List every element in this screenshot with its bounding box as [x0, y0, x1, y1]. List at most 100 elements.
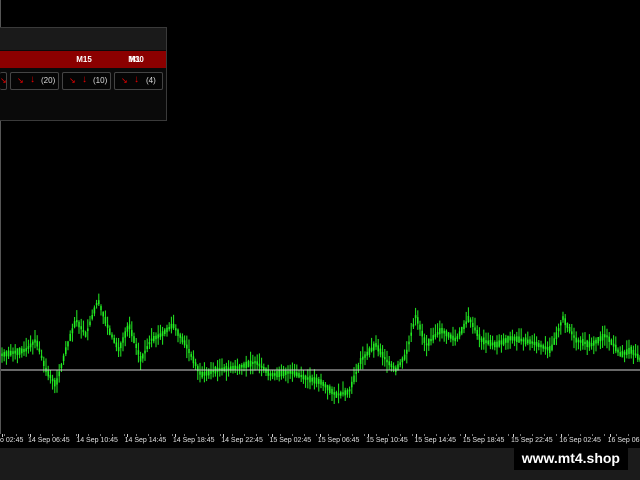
candle-body [161, 331, 164, 336]
candle-body [628, 347, 630, 355]
time-minor-tick [364, 434, 365, 436]
candle-body [120, 342, 122, 349]
candle-body [329, 386, 331, 393]
candle-body [258, 363, 261, 367]
time-tick-mark [513, 434, 514, 437]
candle-body [25, 348, 27, 352]
candle-body [520, 338, 522, 342]
candle-body [331, 388, 333, 395]
candle-body [375, 343, 377, 347]
candle-body [637, 353, 639, 360]
time-minor-tick [508, 434, 509, 436]
candle-body [388, 361, 390, 366]
candle-body [186, 344, 188, 349]
time-minor-tick [592, 434, 593, 436]
candle-body [225, 365, 228, 372]
time-minor-tick [184, 434, 185, 436]
candle-body [296, 372, 298, 377]
candle-body [293, 371, 296, 376]
time-minor-tick [268, 434, 269, 436]
candle-body [221, 367, 223, 371]
candle-body [139, 356, 142, 362]
candle-body [10, 350, 12, 356]
candle-body [586, 340, 588, 347]
candle-body [71, 328, 74, 334]
candle-body [370, 347, 373, 352]
candle-body [304, 375, 307, 380]
candle-body [126, 326, 129, 332]
candle-body [137, 350, 140, 355]
candle-body [549, 346, 551, 353]
signal-cell-h1[interactable]: ↘ ↓ (4) [114, 72, 163, 90]
candle-body [69, 333, 71, 341]
time-minor-tick [472, 434, 473, 436]
candle-body [542, 345, 544, 349]
time-minor-tick [304, 434, 305, 436]
time-minor-tick [376, 434, 377, 436]
candle-body [513, 336, 516, 341]
time-minor-tick [484, 434, 485, 436]
candle-body [474, 327, 476, 331]
candle-body [599, 336, 602, 342]
signal-cell-partial[interactable]: ↘ [0, 72, 7, 90]
candle-body [175, 328, 177, 331]
candle-body [144, 350, 146, 354]
candle-body [531, 341, 533, 344]
candle-body [91, 315, 93, 319]
panel-title-bar [0, 28, 166, 50]
time-minor-tick [136, 434, 137, 436]
candle-body [529, 339, 531, 345]
candle-body [337, 393, 340, 396]
candle-body [313, 377, 316, 384]
time-minor-tick [244, 434, 245, 436]
candle-body [245, 361, 247, 369]
candle-body [157, 334, 159, 339]
candle-body [179, 334, 181, 338]
candle-body [43, 360, 45, 366]
time-tick-mark [416, 434, 418, 437]
time-tick-mark [464, 434, 466, 437]
candle-body [146, 346, 148, 350]
time-tick-label: 16 Sep 06:4 [607, 437, 640, 444]
candle-body [278, 370, 280, 377]
candle-body [260, 365, 263, 368]
time-minor-tick [556, 434, 557, 436]
candle-body [21, 348, 23, 354]
candle-body [458, 331, 461, 337]
candle-body [623, 351, 626, 355]
time-minor-tick [496, 434, 497, 436]
candle-body [133, 336, 135, 344]
candle-body [256, 361, 258, 365]
signal-cell-m15[interactable]: ↘ ↓ (20) [10, 72, 59, 90]
candle-body [606, 335, 608, 338]
time-tick-label: 15 Sep 18:45 [462, 437, 505, 444]
candle-body [439, 328, 441, 335]
candle-body [236, 366, 239, 369]
candle-body [410, 332, 412, 336]
signal-cell-m30[interactable]: ↘ ↓ (10) [62, 72, 111, 90]
signal-count: (20) [41, 76, 56, 85]
candle-body [93, 307, 96, 314]
candle-body [181, 336, 184, 343]
candle-body [98, 300, 100, 305]
candle-body [610, 339, 613, 345]
candle-body [472, 322, 474, 327]
candle-body [560, 322, 562, 326]
candle-body [450, 334, 452, 339]
candle-body [326, 385, 329, 391]
candle-body [478, 334, 481, 340]
candle-body [95, 303, 98, 306]
time-minor-tick [196, 434, 197, 436]
candle-body [463, 323, 465, 330]
candle-body [568, 327, 571, 332]
candle-body [494, 342, 496, 348]
candle-body [397, 364, 399, 370]
candle-body [489, 340, 492, 347]
candle-body [408, 341, 410, 345]
candle-body [414, 315, 417, 319]
candle-body [36, 340, 38, 347]
candle-body [183, 340, 186, 346]
candle-body [582, 338, 584, 346]
candle-body [588, 341, 591, 348]
candle-body [432, 335, 434, 341]
